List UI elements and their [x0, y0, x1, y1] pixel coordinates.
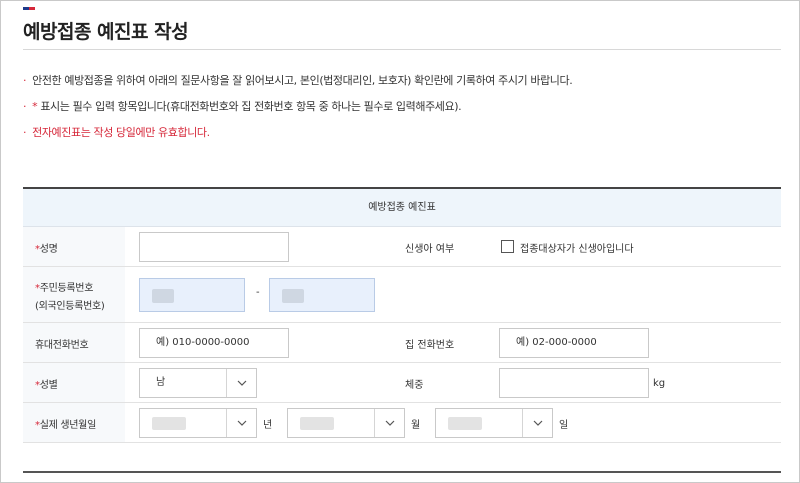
mobile-label: 휴대전화번호: [35, 340, 89, 351]
birth-label: *실제 생년월일: [35, 420, 96, 431]
chevron-down-icon: [374, 409, 404, 437]
form-row-phone: 휴대전화번호 예) 010-0000-0000 집 전화번호 예) 02-000…: [23, 323, 781, 363]
page-title: 예방접종 예진표 작성: [23, 21, 189, 43]
weight-label: 체중: [405, 380, 424, 391]
weight-unit: kg: [653, 378, 666, 389]
masked-value: [152, 289, 174, 303]
newborn-checkbox[interactable]: [501, 240, 514, 253]
masked-value: [152, 417, 186, 430]
masked-value: [448, 417, 482, 430]
notice-required: · * 표시는 필수 입력 항목입니다(휴대전화번호와 집 전화번호 항목 중 하…: [23, 98, 462, 114]
flag-icon: [23, 7, 35, 10]
gender-select-value: 남: [156, 377, 166, 388]
birth-day-select[interactable]: [435, 408, 553, 438]
form-caption: 예방접종 예진표: [23, 189, 781, 227]
home-phone-input[interactable]: 예) 02-000-0000: [499, 328, 649, 358]
title-divider: [23, 49, 781, 50]
newborn-label: 신생아 여부: [405, 244, 455, 255]
chevron-down-icon: [226, 369, 256, 397]
gender-label: *성별: [35, 380, 58, 391]
rrn-back-input[interactable]: [269, 278, 375, 312]
notice-text: 전자예진표는 작성 당일에만 유효합니다.: [32, 126, 210, 139]
vaccination-form: 예방접종 예진표 *성명 신생아 여부 접종대상자가 신생아입니다 *주민등록번…: [23, 187, 781, 443]
gender-select[interactable]: 남: [139, 368, 257, 398]
rrn-front-input[interactable]: [139, 278, 245, 312]
form-bottom-divider: [23, 471, 781, 473]
birth-year-select[interactable]: [139, 408, 257, 438]
form-row-birthdate: *실제 생년월일 년 월 일: [23, 403, 781, 443]
month-unit: 월: [411, 420, 421, 431]
page-frame: 예방접종 예진표 작성 · 안전한 예방접종을 위하여 아래의 질문사항을 잘 읽…: [0, 0, 800, 483]
name-input[interactable]: [139, 232, 289, 262]
notice-validity: · 전자예진표는 작성 당일에만 유효합니다.: [23, 124, 210, 140]
name-label: *성명: [35, 244, 58, 255]
rrn-label: *주민등록번호: [35, 283, 94, 294]
bullet-icon: ·: [23, 100, 27, 113]
home-phone-label: 집 전화번호: [405, 340, 455, 351]
mobile-input[interactable]: 예) 010-0000-0000: [139, 328, 289, 358]
notice-instructions: · 안전한 예방접종을 위하여 아래의 질문사항을 잘 읽어보시고, 본인(법정대…: [23, 72, 573, 88]
notice-text: 표시는 필수 입력 항목입니다(휴대전화번호와 집 전화번호 항목 중 하나는 …: [37, 100, 462, 113]
birth-month-select[interactable]: [287, 408, 405, 438]
year-unit: 년: [263, 420, 273, 431]
form-row-gender: *성별 남 체중 kg: [23, 363, 781, 403]
form-row-name: *성명 신생아 여부 접종대상자가 신생아입니다: [23, 227, 781, 267]
chevron-down-icon: [226, 409, 256, 437]
masked-value: [282, 289, 304, 303]
rrn-label-foreign: (외국인등록번호): [35, 301, 105, 312]
rrn-separator: -: [256, 287, 260, 298]
day-unit: 일: [559, 420, 569, 431]
bullet-icon: ·: [23, 74, 27, 87]
form-row-rrn: *주민등록번호 (외국인등록번호) -: [23, 267, 781, 323]
masked-value: [300, 417, 334, 430]
chevron-down-icon: [522, 409, 552, 437]
bullet-icon: ·: [23, 126, 27, 139]
weight-input[interactable]: [499, 368, 649, 398]
newborn-checkbox-label[interactable]: 접종대상자가 신생아입니다: [520, 240, 634, 255]
notice-text: 안전한 예방접종을 위하여 아래의 질문사항을 잘 읽어보시고, 본인(법정대리…: [32, 74, 573, 87]
